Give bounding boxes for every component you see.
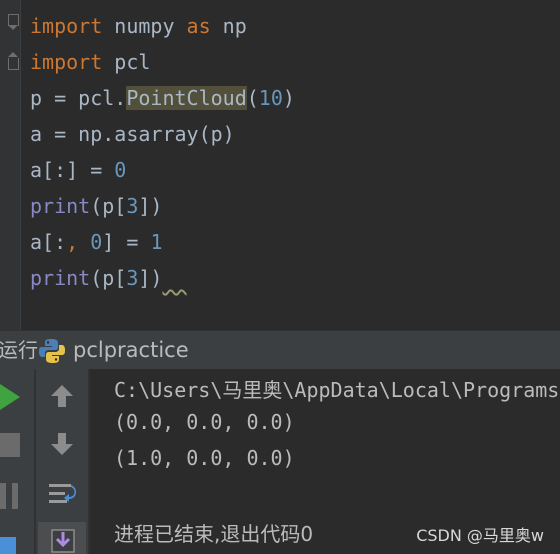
stop-icon[interactable] bbox=[0, 433, 20, 457]
editor-gutter bbox=[0, 0, 20, 330]
up-arrow-icon[interactable] bbox=[49, 383, 75, 409]
code-line[interactable]: a = np.asarray(p) bbox=[30, 116, 295, 152]
code-line[interactable]: print(p[3]) bbox=[30, 188, 295, 224]
code-token: import bbox=[30, 50, 103, 74]
code-token: a[: bbox=[30, 230, 67, 254]
code-token: 0 bbox=[114, 158, 127, 182]
code-token: 3 bbox=[126, 194, 139, 218]
code-token: pcl bbox=[102, 50, 151, 74]
code-token: ) bbox=[282, 86, 295, 110]
code-token: 1 bbox=[150, 230, 163, 254]
pause-icon[interactable] bbox=[0, 483, 20, 509]
code-token: a[:] = bbox=[30, 158, 115, 182]
console-command-line: C:\Users\马里奥\AppData\Local\Programs bbox=[114, 378, 560, 402]
code-line[interactable]: a[:, 0] = 1 bbox=[30, 224, 295, 260]
code-token: np bbox=[210, 14, 247, 38]
fold-start-icon[interactable] bbox=[8, 14, 19, 30]
scroll-to-end-icon[interactable] bbox=[38, 522, 86, 554]
code-token: PointCloud bbox=[126, 86, 247, 110]
code-line[interactable]: import pcl bbox=[30, 44, 295, 80]
run-panel-title[interactable]: 运行 bbox=[0, 331, 38, 369]
watermark: CSDN @马里奥w bbox=[416, 526, 544, 545]
code-token: print bbox=[30, 266, 91, 290]
code-token: numpy bbox=[102, 14, 187, 38]
code-token: 3 bbox=[126, 266, 139, 290]
restore-layout-icon[interactable] bbox=[0, 537, 20, 554]
code-token: as bbox=[186, 14, 211, 38]
code-token: p = pcl. bbox=[30, 86, 127, 110]
code-line[interactable]: a[:] = 0 bbox=[30, 152, 295, 188]
code-token: import bbox=[30, 14, 103, 38]
code-editor[interactable]: import numpy as np import pcl p = pcl.Poin… bbox=[0, 0, 560, 330]
console-output-line: (1.0, 0.0, 0.0) bbox=[114, 446, 295, 470]
python-icon bbox=[39, 339, 65, 363]
run-config-name[interactable]: pclpractice bbox=[73, 331, 189, 369]
code-token: 10 bbox=[258, 86, 283, 110]
code-token: ]) bbox=[138, 194, 163, 218]
code-line[interactable]: import numpy as np bbox=[30, 8, 295, 44]
run-tool-window: C:\Users\马里奥\AppData\Local\Programs (0.0… bbox=[0, 369, 560, 554]
code-token: , bbox=[66, 230, 79, 254]
code-line[interactable]: print(p[3]) bbox=[30, 260, 295, 296]
console-output-line: (0.0, 0.0, 0.0) bbox=[114, 410, 295, 434]
process-exit-message: 进程已结束,退出代码0 bbox=[114, 522, 314, 546]
down-arrow-icon[interactable] bbox=[49, 431, 75, 457]
code-token: ] = bbox=[102, 230, 151, 254]
run-tool-window-header: 运行 pclpractice bbox=[0, 330, 560, 369]
run-toolbar-right bbox=[36, 369, 88, 554]
code-token: (p[ bbox=[90, 194, 127, 218]
rerun-icon[interactable] bbox=[0, 384, 22, 410]
code-token: ]) bbox=[138, 266, 163, 290]
code-token: print bbox=[30, 194, 91, 218]
fold-end-icon[interactable] bbox=[8, 52, 19, 70]
code-lines[interactable]: import numpy as np import pcl p = pcl.Poin… bbox=[30, 8, 295, 296]
code-token: a = np.asarray(p) bbox=[30, 122, 235, 146]
code-line[interactable]: p = pcl.PointCloud(10) bbox=[30, 80, 295, 116]
run-toolbar-left bbox=[0, 369, 34, 554]
code-token: (p[ bbox=[90, 266, 127, 290]
gutter-divider bbox=[20, 0, 21, 330]
code-token: 0 bbox=[90, 230, 103, 254]
soft-wrap-icon[interactable] bbox=[47, 479, 77, 509]
code-token: ( bbox=[246, 86, 259, 110]
